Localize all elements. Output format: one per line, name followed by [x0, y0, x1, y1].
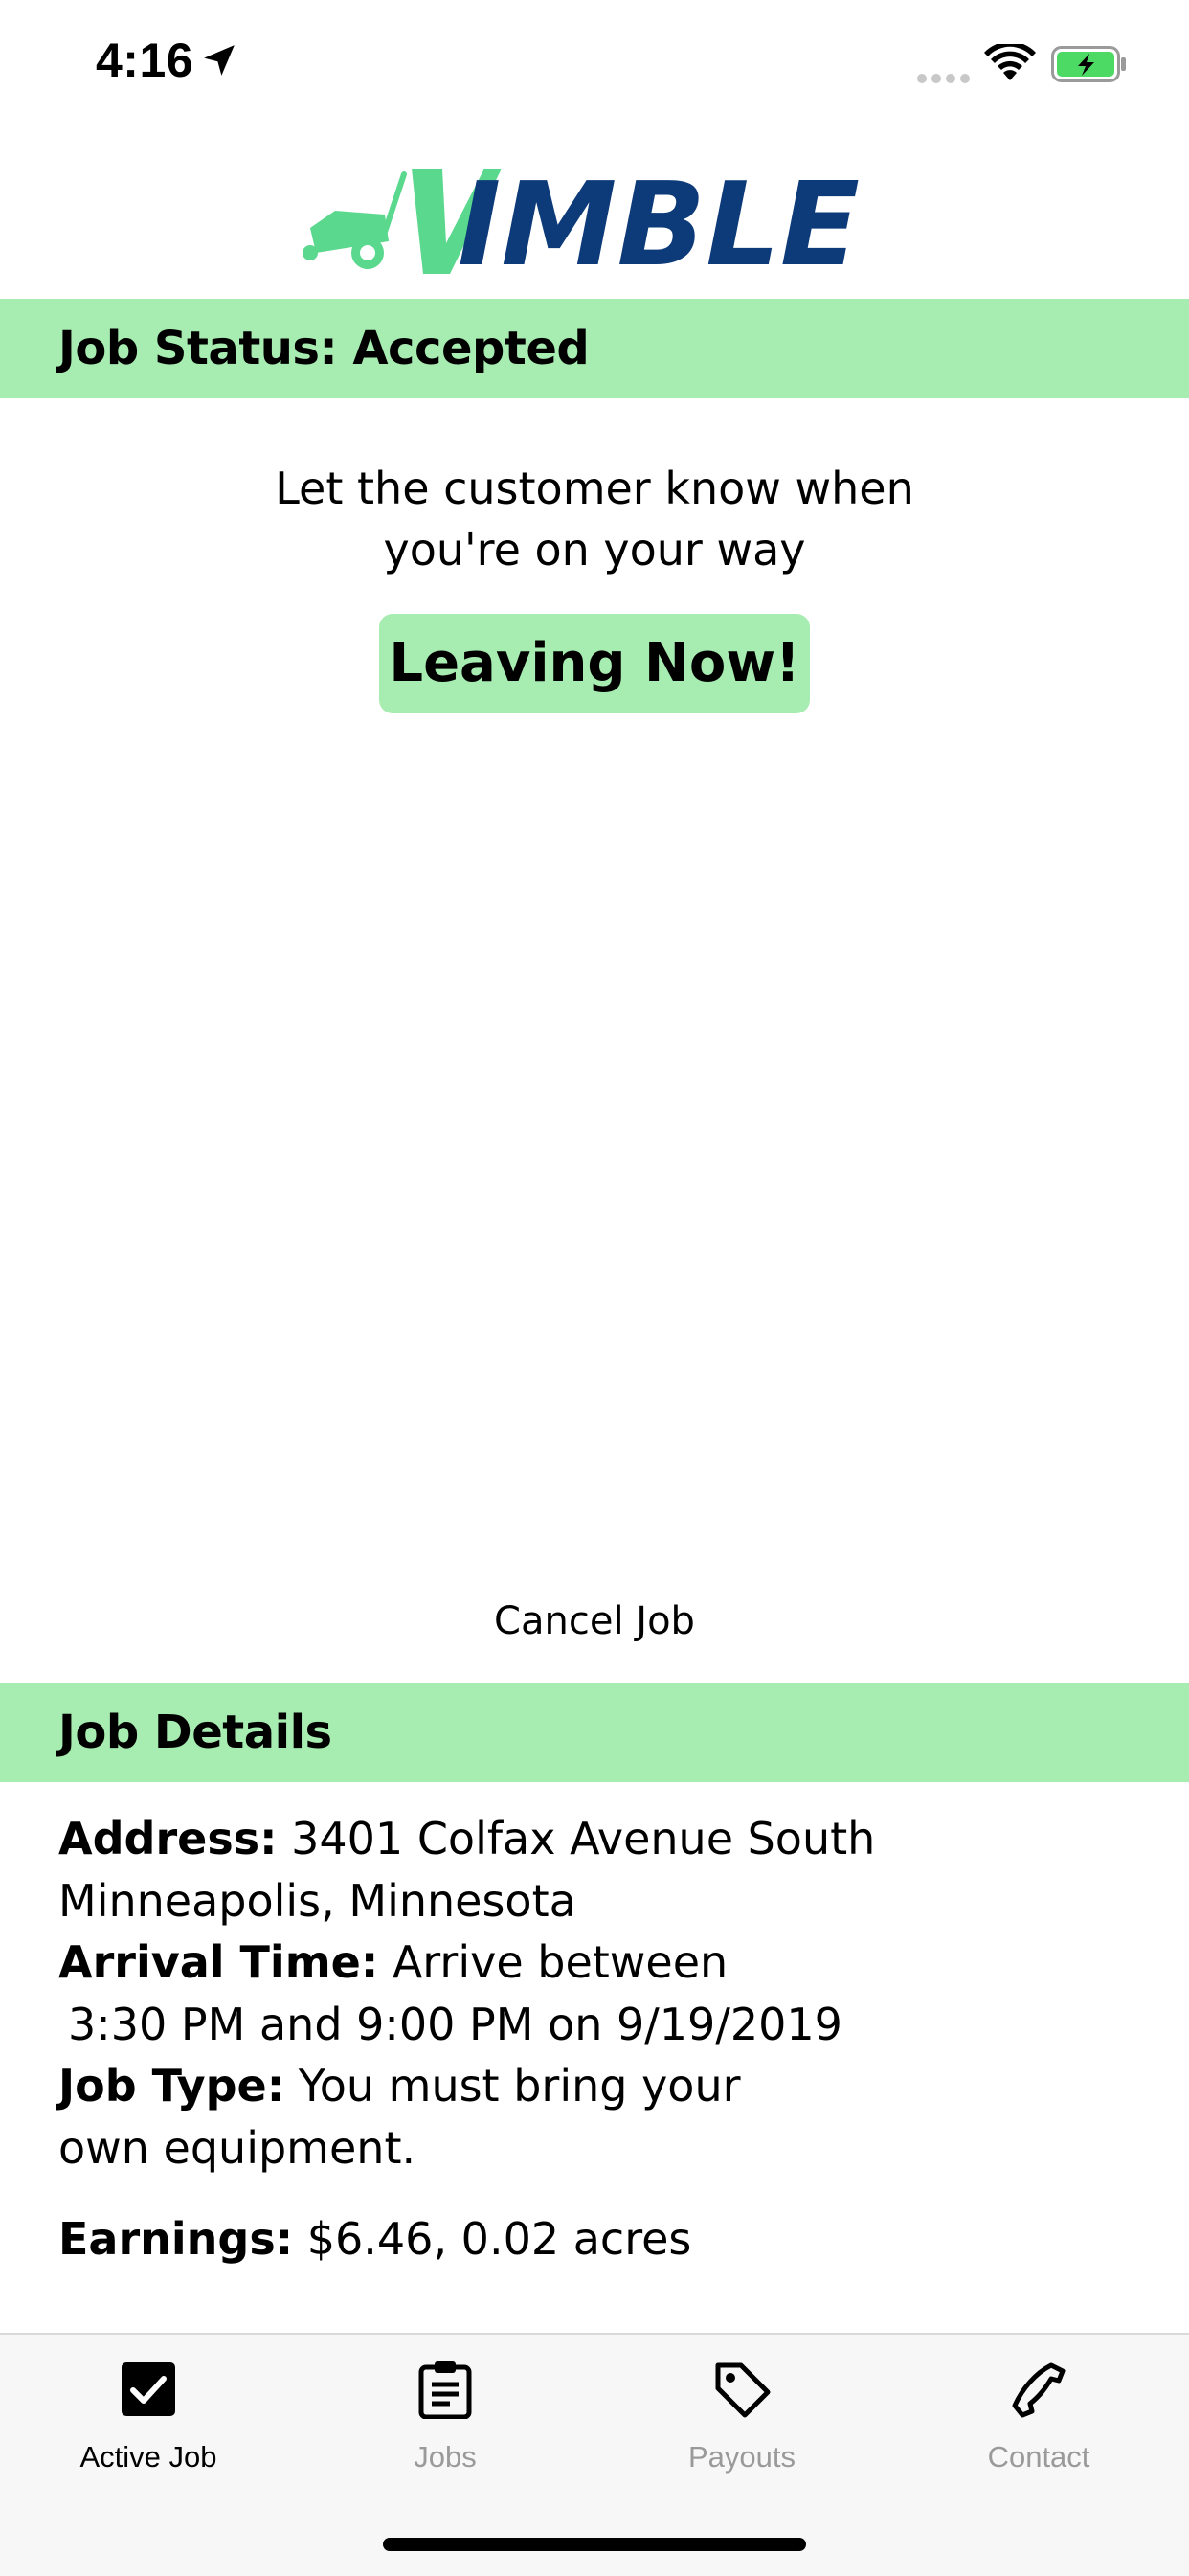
tab-payouts[interactable]: Payouts — [594, 2335, 890, 2478]
clipboard-icon — [418, 2361, 472, 2419]
tab-jobs-label: Jobs — [414, 2440, 477, 2474]
status-bar: 4:16 — [0, 0, 1189, 134]
job-type-value-2: own equipment. — [58, 2121, 416, 2174]
status-time: 4:16 — [96, 34, 194, 87]
job-details-header: Job Details — [0, 1683, 1189, 1782]
job-type-value-1: You must bring your — [298, 2060, 741, 2112]
cancel-job-link[interactable]: Cancel Job — [0, 1599, 1189, 1643]
arrival-line-1: Arrival Time: Arrive between — [58, 1932, 1131, 1994]
job-type-line-1: Job Type: You must bring your — [58, 2055, 1131, 2117]
arrival-value-2: 3:30 PM and 9:00 PM on 9/19/2019 — [68, 1998, 842, 2050]
address-value-2: Minneapolis, Minnesota — [58, 1874, 576, 1927]
prompt-line-2: you're on your way — [383, 524, 806, 576]
phone-icon — [1012, 2362, 1066, 2418]
home-indicator[interactable] — [383, 2538, 806, 2551]
arrival-label: Arrival Time: — [58, 1936, 379, 1988]
job-type-label: Job Type: — [58, 2060, 285, 2112]
address-value-1: 3401 Colfax Avenue South — [291, 1813, 876, 1864]
earnings-line: Earnings: $6.46, 0.02 acres — [58, 2208, 1131, 2271]
earnings-label: Earnings: — [58, 2213, 294, 2265]
job-details-title: Job Details — [58, 1706, 332, 1759]
earnings-value: $6.46, 0.02 acres — [306, 2213, 692, 2265]
svg-text:IMBLE: IMBLE — [458, 165, 860, 278]
tag-icon — [715, 2362, 771, 2418]
tab-contact-label: Contact — [987, 2440, 1090, 2474]
tab-jobs[interactable]: Jobs — [297, 2335, 594, 2478]
location-arrow-icon — [204, 45, 235, 76]
tab-payouts-label: Payouts — [687, 2440, 796, 2474]
tab-active-job-label: Active Job — [79, 2440, 217, 2474]
checkbox-icon — [122, 2362, 175, 2416]
arrival-value-1: Arrive between — [392, 1936, 729, 1988]
leaving-prompt: Let the customer know when you're on you… — [0, 458, 1189, 580]
tab-contact[interactable]: Contact — [890, 2335, 1187, 2478]
job-status-title: Job Status: Accepted — [58, 322, 590, 375]
leaving-now-button[interactable]: Leaving Now! — [379, 614, 810, 713]
cancel-job-label[interactable]: Cancel Job — [494, 1599, 695, 1643]
job-status-header: Job Status: Accepted — [0, 299, 1189, 398]
job-details-body: Address: 3401 Colfax Avenue South Minnea… — [58, 1808, 1131, 2271]
vimble-logo: IMBLE — [303, 165, 860, 278]
address-label: Address: — [58, 1813, 278, 1864]
battery-charging-icon — [1051, 46, 1126, 82]
prompt-line-1: Let the customer know when — [275, 463, 914, 514]
wifi-icon — [984, 44, 1036, 80]
tab-active-job[interactable]: Active Job — [0, 2335, 297, 2478]
cellular-signal-icon — [917, 71, 975, 88]
address-line-1: Address: 3401 Colfax Avenue South — [58, 1808, 1131, 1870]
